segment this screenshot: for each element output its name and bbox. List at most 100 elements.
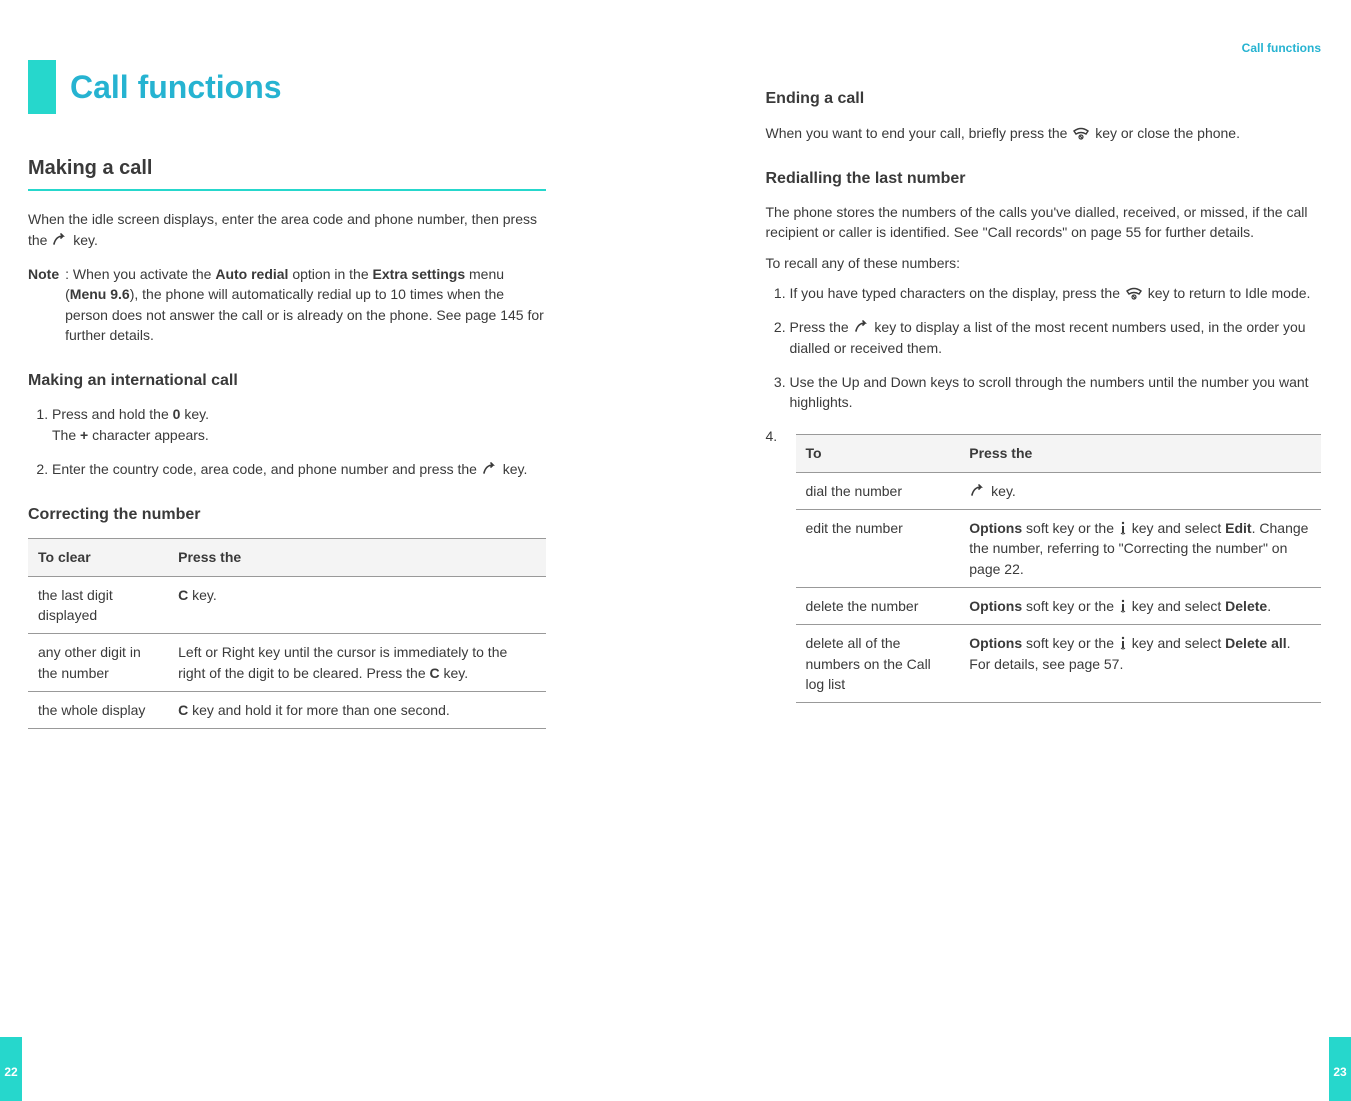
table-row: To clear Press the <box>28 539 546 576</box>
end-key-icon <box>1124 286 1144 300</box>
table-row: the whole display C key and hold it for … <box>28 691 546 728</box>
correcting-number-table: To clear Press the the last digit displa… <box>28 538 546 729</box>
list-item: Enter the country code, area code, and p… <box>52 459 546 479</box>
cell-any-digit-action: Left or Right key until the cursor is im… <box>168 634 545 692</box>
i-key-icon <box>1118 521 1128 535</box>
step2-b: key. <box>503 461 528 477</box>
note-g: ), the phone will automatically redial u… <box>65 286 544 343</box>
list-item: Press the key to display a list of the m… <box>790 317 1322 358</box>
r2c: key and select <box>1128 520 1225 536</box>
step1-l2b: + <box>80 427 88 443</box>
step4-number: 4. <box>766 426 786 723</box>
r2b: soft key or the <box>1022 520 1118 536</box>
r4b: soft key or the <box>1022 635 1118 651</box>
chapter-accent-bar <box>28 60 56 114</box>
page-number-left: 22 <box>0 1064 22 1081</box>
delete-label: Delete <box>1225 598 1267 614</box>
cell-delete-action: Options soft key or the key and select D… <box>959 587 1321 624</box>
note-block: Note : When you activate the Auto redial… <box>28 264 546 345</box>
step2-a: Enter the country code, area code, and p… <box>52 461 481 477</box>
subsection-ending-call: Ending a call <box>766 87 1322 110</box>
i-key-icon <box>1118 636 1128 650</box>
send-key-icon <box>51 233 69 247</box>
intro-text-b: key. <box>73 232 98 248</box>
subsection-redialling: Redialling the last number <box>766 167 1322 190</box>
options-label: Options <box>969 598 1022 614</box>
end-key-icon <box>1071 126 1091 140</box>
subsection-international-call: Making an international call <box>28 369 546 392</box>
send-key-icon <box>481 462 499 476</box>
step1-c: key. <box>180 406 209 422</box>
running-header: Call functions <box>766 40 1351 57</box>
recall-intro: To recall any of these numbers: <box>766 253 1322 273</box>
table-header-to: To <box>796 435 960 472</box>
subsection-correcting-number: Correcting the number <box>28 503 546 526</box>
r3e: . <box>1267 598 1271 614</box>
r-step1-a: If you have typed characters on the disp… <box>790 285 1124 301</box>
step1-a: Press and hold the <box>52 406 173 422</box>
cell-last-digit: the last digit displayed <box>28 576 168 634</box>
step4-table-wrap: To Press the dial the number key. <box>796 426 1322 723</box>
r2c: key. <box>440 665 469 681</box>
i-key-icon <box>1118 599 1128 613</box>
cell-any-digit: any other digit in the number <box>28 634 168 692</box>
page-number-right: 23 <box>1329 1064 1351 1081</box>
ending-call-paragraph: When you want to end your call, briefly … <box>766 123 1322 143</box>
r3c: key and select <box>1128 598 1225 614</box>
options-label: Options <box>969 635 1022 651</box>
list-item: If you have typed characters on the disp… <box>790 283 1322 303</box>
cell-dial-action: key. <box>959 472 1321 509</box>
list-item: Press and hold the 0 key. The + characte… <box>52 404 546 445</box>
r1c2: key. <box>987 483 1016 499</box>
r4c: key and select <box>1128 635 1225 651</box>
c-key: C <box>178 702 188 718</box>
note-label: Note <box>28 264 59 345</box>
r3b: key and hold it for more than one second… <box>188 702 450 718</box>
table-header-to-clear: To clear <box>28 539 168 576</box>
list-item: Use the Up and Down keys to scroll throu… <box>790 372 1322 413</box>
table-row: any other digit in the number Left or Ri… <box>28 634 546 692</box>
table-row: delete all of the numbers on the Call lo… <box>796 625 1322 703</box>
intl-steps: Press and hold the 0 key. The + characte… <box>28 404 546 479</box>
note-a: : When you activate the <box>65 266 215 282</box>
table-row: dial the number key. <box>796 472 1322 509</box>
redial-actions-table: To Press the dial the number key. <box>796 434 1322 703</box>
send-key-icon <box>853 320 871 334</box>
cell-delete-all: delete all of the numbers on the Call lo… <box>796 625 960 703</box>
cell-whole-display-action: C key and hold it for more than one seco… <box>168 691 545 728</box>
c-key-suffix: key. <box>188 587 217 603</box>
left-content: Making a call When the idle screen displ… <box>0 154 586 729</box>
edit-label: Edit <box>1225 520 1251 536</box>
right-content: Ending a call When you want to end your … <box>766 87 1351 723</box>
cell-delete: delete the number <box>796 587 960 624</box>
page-left: 22 Call functions Making a call When the… <box>0 0 676 1101</box>
cell-whole-display: the whole display <box>28 691 168 728</box>
r-step3: Use the Up and Down keys to scroll throu… <box>790 374 1309 410</box>
note-body: : When you activate the Auto redial opti… <box>65 264 545 345</box>
options-label: Options <box>969 520 1022 536</box>
note-c: option in the <box>288 266 372 282</box>
note-label-text: Note <box>28 266 59 282</box>
cell-dial: dial the number <box>796 472 960 509</box>
chapter-title: Call functions <box>70 60 282 114</box>
document-spread: 22 Call functions Making a call When the… <box>0 0 1351 1101</box>
intro-paragraph: When the idle screen displays, enter the… <box>28 209 546 250</box>
table-row: edit the number Options soft key or the … <box>796 510 1322 588</box>
c-key: C <box>430 665 440 681</box>
r-step1-b: key to return to Idle mode. <box>1148 285 1311 301</box>
table-header-press-the: Press the <box>168 539 545 576</box>
section-making-a-call: Making a call <box>28 154 546 191</box>
redial-paragraph: The phone stores the numbers of the call… <box>766 202 1322 243</box>
note-d: Extra settings <box>373 266 466 282</box>
recall-steps: If you have typed characters on the disp… <box>766 283 1322 412</box>
end-a: When you want to end your call, briefly … <box>766 125 1072 141</box>
c-key: C <box>178 587 188 603</box>
cell-delete-all-action: Options soft key or the key and select D… <box>959 625 1321 703</box>
send-key-icon <box>969 484 987 498</box>
chapter-title-block: Call functions <box>28 60 586 114</box>
note-b: Auto redial <box>215 266 288 282</box>
r3b: soft key or the <box>1022 598 1118 614</box>
table-row: delete the number Options soft key or th… <box>796 587 1322 624</box>
intro-text-a: When the idle screen displays, enter the… <box>28 211 537 247</box>
delete-all-label: Delete all <box>1225 635 1286 651</box>
